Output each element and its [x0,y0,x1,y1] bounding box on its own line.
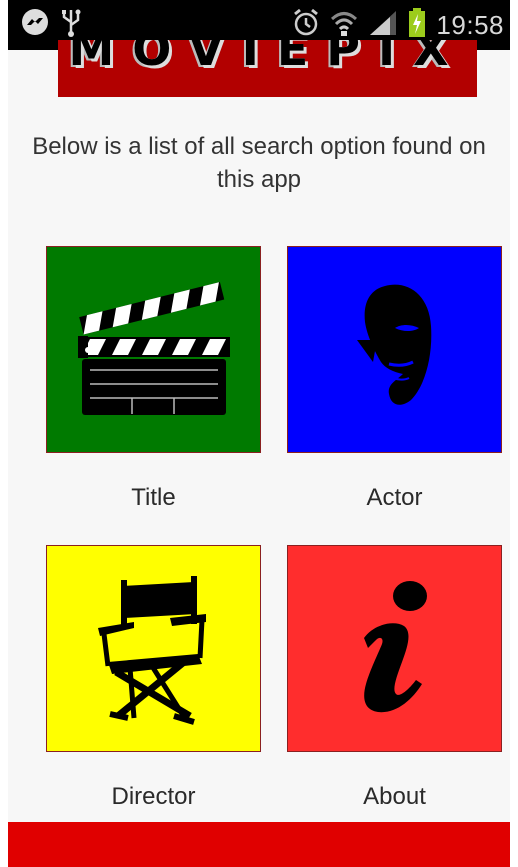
tile-label-actor: Actor [366,484,423,511]
tile-title[interactable] [46,246,261,453]
tile-label-title: Title [131,484,176,511]
mask-face-icon [355,282,435,417]
intro-text: Below is a list of all search option fou… [32,133,486,193]
alarm-icon [292,8,320,43]
app-banner: MOVIEPIX [58,40,477,97]
clapperboard-icon [74,280,234,420]
tile-label-about: About [363,783,426,810]
tile-label-director: Director [111,783,196,810]
signal-icon [368,9,398,42]
tile-actor[interactable] [287,246,502,453]
wifi-icon [330,9,358,42]
status-time: 19:58 [436,9,504,40]
info-icon [350,576,440,721]
battery-charging-icon [408,7,426,43]
director-chair-icon [94,566,214,731]
usb-icon [60,8,82,43]
messenger-icon [20,8,50,43]
banner-title: MOVIEPIX [68,40,467,76]
app-screen: 19:58 MOVIEPIX Below is a list of all se… [8,0,510,867]
tile-about[interactable] [287,545,502,752]
bottom-bar [8,822,510,867]
tile-director[interactable] [46,545,261,752]
